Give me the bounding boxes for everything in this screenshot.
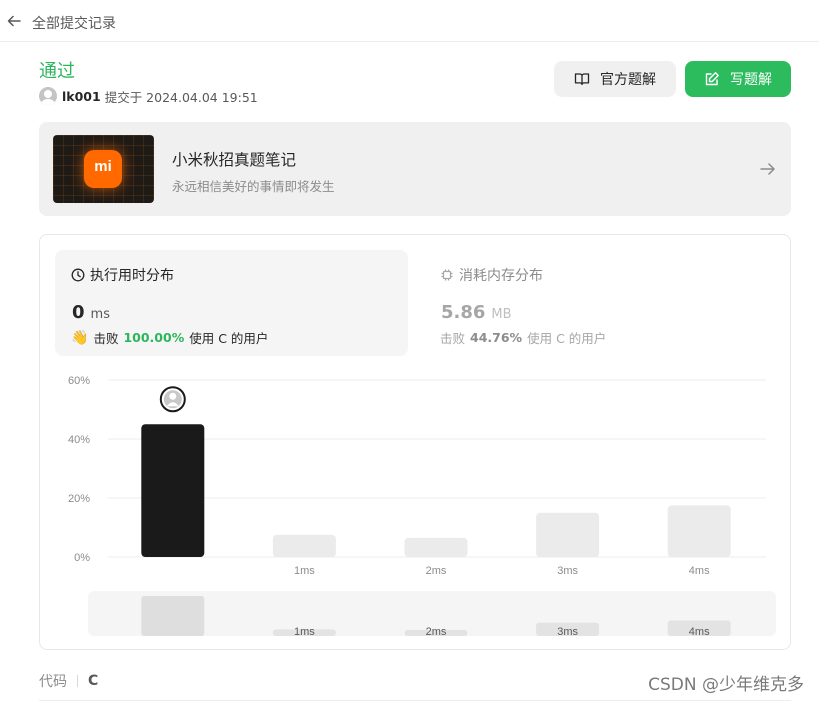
code-language: C — [88, 673, 99, 689]
chart-bar[interactable] — [536, 512, 600, 557]
write-solution-label: 写题解 — [730, 72, 772, 88]
x-tick-label: 2ms — [426, 565, 447, 577]
chart-bar[interactable] — [667, 505, 731, 557]
code-label: 代码 — [39, 674, 67, 690]
back-button[interactable] — [6, 10, 26, 32]
chip-icon — [441, 269, 453, 281]
username[interactable]: lk001 — [62, 89, 101, 104]
clock-icon — [71, 268, 85, 282]
divider — [77, 675, 78, 687]
y-tick-label: 20% — [68, 493, 90, 505]
memory-unit: MB — [491, 307, 512, 322]
book-icon — [574, 73, 590, 86]
chart-bar[interactable] — [404, 537, 468, 557]
runtime-beat-suffix: 使用 C 的用户 — [189, 331, 269, 346]
chart-bar[interactable] — [272, 534, 336, 557]
memory-title: 消耗内存分布 — [440, 265, 543, 285]
official-solution-button[interactable]: 官方题解 — [554, 61, 676, 97]
submission-meta: lk001 提交于 2024.04.04 19:51 — [39, 86, 258, 106]
arrow-right-icon[interactable] — [759, 160, 777, 178]
submission-status: 通过 — [39, 61, 75, 82]
user-marker-bg — [163, 390, 182, 409]
watermark: CSDN @少年维克多 — [648, 675, 804, 695]
memory-beat: 击败 44.76% 使用 C 的用户 — [440, 328, 606, 347]
top-bar: 全部提交记录 — [0, 0, 819, 42]
memory-beat-pct: 44.76% — [470, 330, 523, 345]
xiaomi-logo-icon: mi — [84, 150, 122, 188]
clap-icon: 👋 — [71, 329, 89, 346]
y-tick-label: 0% — [74, 552, 90, 564]
y-tick-label: 60% — [68, 375, 90, 387]
submitted-time: 提交于 2024.04.04 19:51 — [104, 89, 258, 105]
logo-text: mi — [94, 158, 112, 175]
user-marker-head — [169, 392, 177, 400]
study-plan-banner[interactable]: mi 小米秋招真题笔记 永远相信美好的事情即将发生 — [39, 122, 791, 216]
chart-bar[interactable] — [141, 424, 205, 557]
memory-title-text: 消耗内存分布 — [459, 268, 543, 284]
arrow-left-icon — [7, 15, 21, 27]
user-marker-icon — [159, 386, 186, 413]
y-tick-label: 40% — [68, 434, 90, 446]
all-submissions-link[interactable]: 全部提交记录 — [32, 13, 116, 33]
runtime-card[interactable]: 执行用时分布 0 ms 👋 击败 100.00% 使用 C 的用户 — [55, 250, 408, 356]
banner-title: 小米秋招真题笔记 — [172, 151, 297, 169]
banner-thumbnail: mi — [53, 135, 154, 203]
runtime-value: 0 ms — [72, 302, 110, 323]
memory-number: 5.86 — [441, 302, 486, 323]
chart-overview[interactable] — [88, 591, 776, 636]
memory-value: 5.86 MB — [441, 302, 512, 323]
performance-panel: 执行用时分布 0 ms 👋 击败 100.00% 使用 C 的用户 消耗内存分布… — [39, 234, 791, 650]
runtime-beat: 👋 击败 100.00% 使用 C 的用户 — [71, 328, 268, 347]
runtime-title: 执行用时分布 — [71, 265, 174, 285]
runtime-unit: ms — [90, 307, 110, 322]
memory-beat-prefix: 击败 — [440, 331, 466, 346]
x-tick-label: 1ms — [294, 565, 315, 577]
user-avatar-icon[interactable] — [39, 87, 57, 105]
banner-subtitle: 永远相信美好的事情即将发生 — [172, 179, 335, 194]
memory-card[interactable]: 消耗内存分布 5.86 MB 击败 44.76% 使用 C 的用户 — [424, 250, 764, 356]
runtime-beat-prefix: 击败 — [93, 331, 119, 346]
runtime-number: 0 — [72, 302, 85, 323]
edit-icon — [705, 72, 719, 86]
memory-beat-suffix: 使用 C 的用户 — [527, 331, 607, 346]
runtime-title-text: 执行用时分布 — [90, 268, 174, 284]
write-solution-button[interactable]: 写题解 — [685, 61, 791, 97]
bottom-divider — [39, 700, 791, 701]
official-solution-label: 官方题解 — [600, 72, 656, 88]
runtime-beat-pct: 100.00% — [123, 330, 185, 345]
code-section-header: 代码 C — [39, 671, 98, 691]
x-tick-label: 4ms — [689, 565, 710, 577]
x-tick-label: 3ms — [557, 565, 578, 577]
user-marker-body — [166, 402, 179, 407]
